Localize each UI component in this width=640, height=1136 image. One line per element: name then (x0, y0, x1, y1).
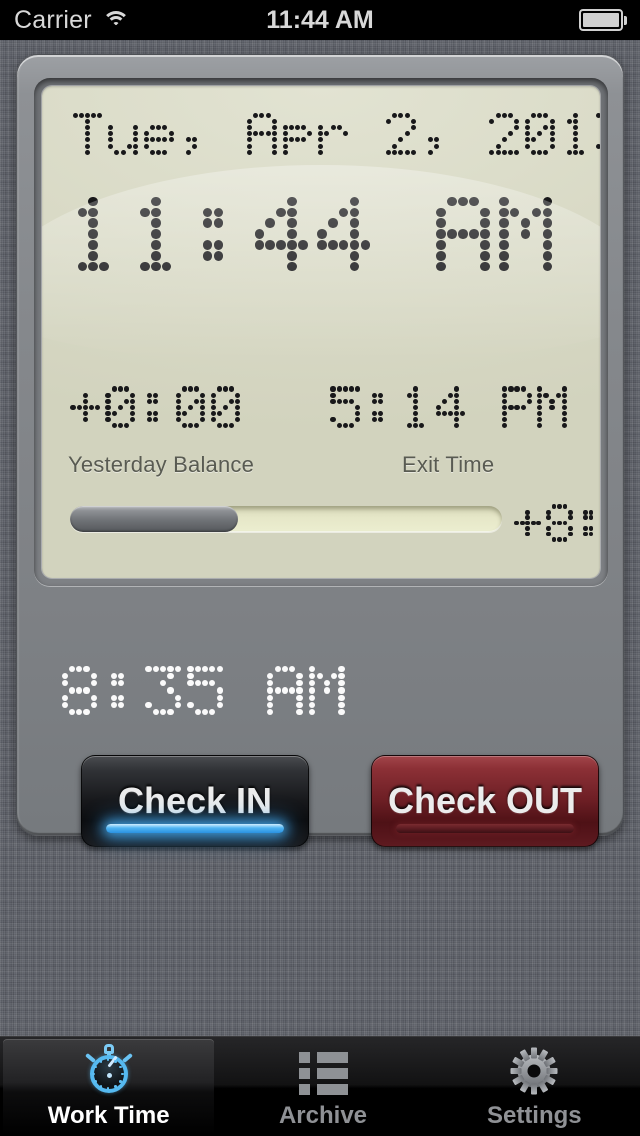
yesterday-balance-label: Yesterday Balance (68, 452, 255, 477)
progress-track (70, 506, 502, 532)
check-in-indicator (106, 824, 284, 833)
stopwatch-icon (83, 1044, 135, 1096)
lcd-bezel: Yesterday Balance Exit Time (34, 78, 608, 586)
exit-time-value (330, 386, 572, 428)
battery-icon (579, 9, 627, 31)
tab-settings-label: Settings (486, 1101, 582, 1129)
status-bar-clock: 11:44 AM (266, 5, 374, 34)
tab-work-time-label: Work Time (47, 1102, 170, 1129)
tab-bar: Work Time Archive Settings (0, 1036, 640, 1136)
yesterday-balance-value (70, 386, 245, 428)
tab-archive-label: Archive (278, 1101, 368, 1129)
clock-display (66, 196, 561, 272)
tab-settings[interactable]: Settings (429, 1037, 640, 1136)
list-icon (297, 1044, 349, 1096)
worktime-progress-bar (70, 506, 502, 532)
checkin-time-display (61, 665, 351, 716)
check-in-label: Check IN (117, 780, 273, 821)
exit-time-label: Exit Time (402, 452, 495, 477)
date-display (72, 112, 600, 155)
check-out-label: Check OUT (387, 780, 583, 821)
tab-archive[interactable]: Archive (217, 1037, 428, 1136)
check-out-button[interactable]: Check OUT (371, 755, 599, 847)
check-in-button[interactable]: Check IN (81, 755, 309, 847)
progress-fill (70, 506, 239, 532)
check-out-indicator (396, 824, 574, 833)
status-bar: Carrier 11:44 AM (0, 0, 640, 40)
device-panel: Yesterday Balance Exit Time Check IN Che… (16, 54, 624, 847)
lcd-screen: Yesterday Balance Exit Time (42, 86, 600, 578)
progress-value (514, 504, 600, 542)
gear-icon (508, 1044, 560, 1096)
tab-work-time[interactable]: Work Time (3, 1039, 215, 1135)
